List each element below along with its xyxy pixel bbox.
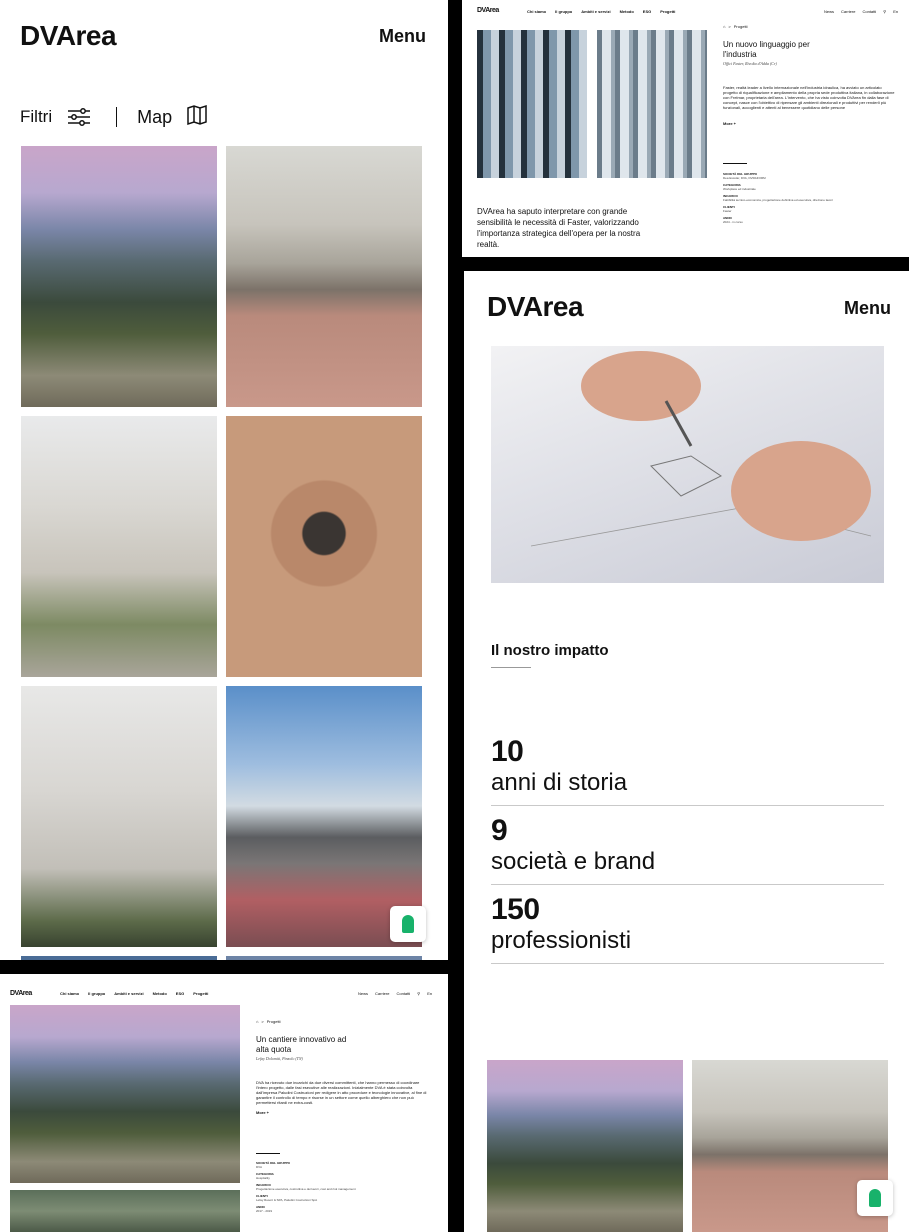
- map-button-label[interactable]: Map: [137, 107, 172, 128]
- nav-item[interactable]: Ambiti e servizi: [114, 991, 143, 996]
- home-icon[interactable]: ⌂: [256, 1019, 258, 1024]
- nav-item[interactable]: Progetti: [660, 9, 675, 14]
- secondary-nav: News Carriere Contatti ⚲ En: [824, 9, 898, 14]
- secondary-nav: News Carriere Contatti ⚲ En: [358, 991, 432, 996]
- menu-button[interactable]: Menu: [844, 298, 891, 319]
- lang-switch[interactable]: En: [893, 9, 898, 14]
- project-description: DVA ha ricevuto due incarichi da due div…: [256, 1080, 427, 1105]
- logo[interactable]: DVArea: [487, 291, 584, 323]
- client-quote: DVArea ha saputo interpretare con grande…: [477, 207, 641, 249]
- stat-item: 10 anni di storia: [491, 735, 884, 806]
- sliders-icon[interactable]: [68, 108, 91, 126]
- project-card-image-next[interactable]: [21, 956, 217, 960]
- nav-contacts[interactable]: Contatti: [396, 991, 410, 996]
- logo-small[interactable]: DVArea: [10, 990, 32, 997]
- home-icon[interactable]: ⌂: [723, 24, 725, 29]
- logo[interactable]: DVArea: [20, 20, 117, 52]
- stat-label: professionisti: [491, 927, 632, 954]
- map-icon[interactable]: [186, 104, 208, 131]
- project-image-aerial: [10, 1190, 240, 1232]
- project-subtitle: Lefay Dolomiti, Pinzolo (TN): [256, 1056, 303, 1061]
- nav-news[interactable]: News: [824, 9, 834, 14]
- project-description: Faster, realtà leader a livello internaz…: [723, 85, 895, 110]
- hero-image-sketching-hand: [491, 346, 884, 583]
- project-card-image-white-building[interactable]: [21, 416, 217, 677]
- nav-item[interactable]: Chi siamo: [527, 9, 546, 14]
- more-link[interactable]: More +: [723, 121, 736, 126]
- breadcrumb-link[interactable]: Progetti: [267, 1019, 281, 1024]
- nav-item[interactable]: ESG: [643, 9, 651, 14]
- nav-careers[interactable]: Carriere: [375, 991, 389, 996]
- filters-bar: Filtri Map: [20, 104, 208, 130]
- nav-item[interactable]: Ambiti e servizi: [581, 9, 610, 14]
- stat-value: 150: [491, 893, 540, 926]
- lang-switch[interactable]: En: [427, 991, 432, 996]
- panel-desktop-project-lefay: DVArea Chi siamo Il gruppo Ambiti e serv…: [0, 974, 448, 1232]
- breadcrumb-link[interactable]: Progetti: [734, 24, 748, 29]
- stat-divider: [491, 963, 884, 964]
- nav-item[interactable]: Il gruppo: [88, 991, 105, 996]
- stat-label: anni di storia: [491, 769, 628, 796]
- filter-button-label[interactable]: Filtri: [20, 107, 52, 127]
- nav-item[interactable]: Il gruppo: [555, 9, 572, 14]
- search-icon[interactable]: ⚲: [883, 9, 886, 14]
- stat-value: 9: [491, 814, 508, 847]
- nav-item[interactable]: ESG: [176, 991, 184, 996]
- project-meta: Società del gruppo DVA Categoria Hospita…: [256, 1161, 356, 1213]
- project-card-image-desert-site[interactable]: [226, 416, 422, 677]
- impact-heading-rule: [491, 667, 531, 668]
- stat-divider: [491, 884, 884, 885]
- impact-heading: Il nostro impatto: [491, 642, 609, 659]
- stat-item: 9 società e brand: [491, 814, 884, 885]
- project-image-chalet: [10, 1005, 240, 1183]
- main-nav: Chi siamo Il gruppo Ambiti e servizi Met…: [60, 991, 208, 996]
- nav-contacts[interactable]: Contatti: [862, 9, 876, 14]
- stat-divider: [491, 805, 884, 806]
- project-image-steel-frame: [477, 30, 587, 178]
- nav-item[interactable]: Metodo: [620, 9, 634, 14]
- panel-desktop-project-faster: DVArea Chi siamo Il gruppo Ambiti e serv…: [462, 0, 909, 257]
- privacy-badge-icon[interactable]: [390, 906, 426, 942]
- nav-item[interactable]: Metodo: [153, 991, 167, 996]
- divider: [116, 107, 118, 127]
- project-image-steel-structure: [597, 30, 707, 178]
- nav-item[interactable]: Progetti: [193, 991, 208, 996]
- stat-label: società e brand: [491, 848, 656, 875]
- panel-mobile-impact: DVArea Menu Il nostro impatto 10 anni di…: [464, 271, 909, 1232]
- project-card-image-stone-building[interactable]: [21, 686, 217, 947]
- project-card-image-next-2[interactable]: [226, 956, 422, 960]
- project-card-image-chalet[interactable]: [487, 1060, 683, 1232]
- project-card-image-arena[interactable]: [226, 146, 422, 407]
- project-subtitle: Offici Faster, Rivolta d'Adda (Cr): [723, 61, 777, 66]
- breadcrumb: ⌂ > Progetti: [256, 1019, 281, 1024]
- project-meta: Società del gruppo Dea Escolar, DVA, DVR…: [723, 172, 833, 224]
- breadcrumb: ⌂ > Progetti: [723, 24, 748, 29]
- project-title: Un cantiere innovativo ad alta quota: [256, 1035, 347, 1054]
- search-icon[interactable]: ⚲: [417, 991, 420, 996]
- nav-item[interactable]: Chi siamo: [60, 991, 79, 996]
- privacy-badge-icon[interactable]: [857, 1180, 893, 1216]
- project-title: Un nuovo linguaggio per l'industria: [723, 40, 810, 59]
- nav-news[interactable]: News: [358, 991, 368, 996]
- panel-mobile-projects: DVArea Menu Filtri Map: [0, 0, 448, 960]
- impact-stats: 10 anni di storia 9 società e brand 150 …: [491, 735, 884, 972]
- stat-item: 150 professionisti: [491, 893, 884, 964]
- project-card-image-chalet[interactable]: [21, 146, 217, 407]
- meta-divider: [723, 163, 747, 164]
- main-nav: Chi siamo Il gruppo Ambiti e servizi Met…: [527, 9, 675, 14]
- meta-divider: [256, 1153, 280, 1154]
- logo-small[interactable]: DVArea: [477, 7, 499, 14]
- stat-value: 10: [491, 735, 524, 768]
- more-link[interactable]: More +: [256, 1110, 269, 1115]
- menu-button[interactable]: Menu: [379, 26, 426, 47]
- nav-careers[interactable]: Carriere: [841, 9, 855, 14]
